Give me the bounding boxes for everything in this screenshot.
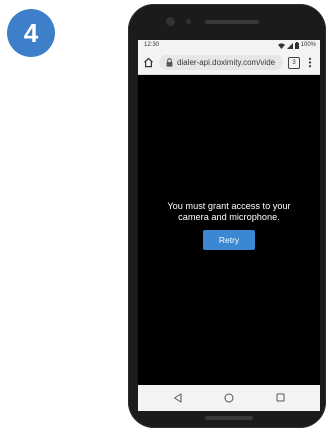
android-nav-bar <box>138 385 320 411</box>
signal-icon <box>286 42 293 49</box>
phone-frame: 12:30 100% dialer-api.doximity.com/vide … <box>128 4 326 428</box>
status-icons: 100% <box>277 40 316 51</box>
retry-button[interactable]: Retry <box>203 230 255 250</box>
permission-message-line-2: camera and microphone. <box>178 212 280 222</box>
address-bar[interactable]: dialer-api.doximity.com/vide <box>159 55 283 70</box>
lock-icon <box>166 58 173 67</box>
url-text[interactable]: dialer-api.doximity.com/vide <box>177 55 280 70</box>
back-icon[interactable] <box>173 393 182 403</box>
status-time: 12:30 <box>144 42 160 48</box>
tab-switcher-icon[interactable]: 3 <box>288 57 300 69</box>
battery-percent: 100% <box>300 42 316 48</box>
top-speaker-grille <box>205 20 259 24</box>
page-content: You must grant access to your camera and… <box>138 75 320 385</box>
recents-icon[interactable] <box>276 393 285 402</box>
phone-screen: 12:30 100% dialer-api.doximity.com/vide … <box>138 40 320 411</box>
tab-count: 3 <box>292 60 296 66</box>
menu-icon[interactable] <box>307 57 313 68</box>
proximity-sensor <box>186 19 191 24</box>
browser-toolbar: dialer-api.doximity.com/vide 3 <box>138 51 320 75</box>
bottom-speaker-grille <box>205 416 253 420</box>
permission-message: You must grant access to your camera and… <box>138 201 320 223</box>
home-icon[interactable] <box>143 57 154 68</box>
permission-message-line-1: You must grant access to your <box>167 201 291 211</box>
home-circle-icon[interactable] <box>224 393 234 403</box>
stage: 4 12:30 100% dialer-api.doximity.com/vid… <box>0 0 329 431</box>
step-number-badge: 4 <box>7 9 55 57</box>
status-bar: 12:30 100% <box>138 40 320 51</box>
front-camera <box>166 17 175 26</box>
battery-icon <box>294 42 299 49</box>
wifi-icon <box>277 42 285 49</box>
